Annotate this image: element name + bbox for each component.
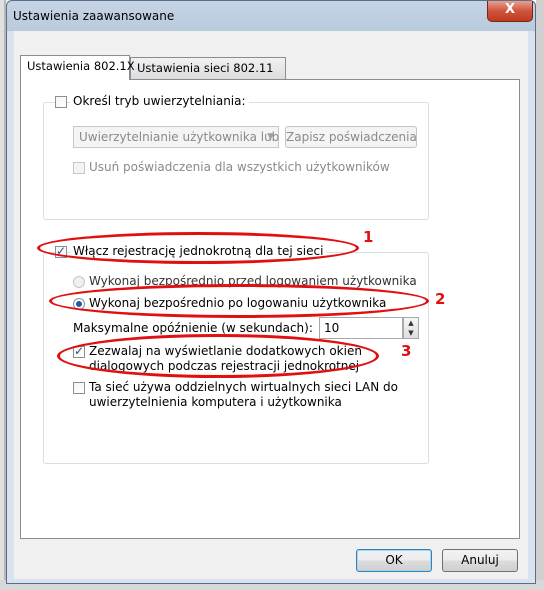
annotation-number-1: 1 bbox=[363, 228, 374, 246]
delete-credentials-label: Usuń poświadczenia dla wszystkich użytko… bbox=[89, 160, 390, 174]
cancel-button[interactable]: Anuluj bbox=[442, 549, 518, 572]
chevron-down-icon: ▼ bbox=[408, 329, 414, 337]
separate-vlan-label-line1: Ta sieć używa oddzielnych wirtualnych si… bbox=[89, 380, 398, 394]
tab-80211-settings[interactable]: Ustawienia sieci 802.11 bbox=[130, 57, 286, 79]
dialog-client-area: Ustawienia 802.1X Ustawienia sieci 802.1… bbox=[14, 31, 528, 579]
dialog-title: Ustawienia zaawansowane bbox=[13, 9, 175, 23]
save-credentials-button[interactable]: Zapisz poświadczenia bbox=[285, 126, 417, 148]
annotation-number-2: 2 bbox=[435, 290, 446, 308]
radio-before-logon[interactable] bbox=[73, 276, 85, 288]
enable-sso-checkbox[interactable] bbox=[55, 244, 67, 258]
tab-8021x-settings[interactable]: Ustawienia 802.1X bbox=[20, 55, 135, 80]
chevron-down-icon: ▼ bbox=[267, 132, 274, 142]
tab-panel: Określ tryb uwierzytelniania: Uwierzytel… bbox=[20, 79, 520, 539]
close-button[interactable]: X bbox=[487, 1, 533, 22]
max-delay-label: Maksymalne opóźnienie (w sekundach): bbox=[73, 321, 313, 335]
enable-sso-label: Włącz rejestrację jednokrotną dla tej si… bbox=[70, 244, 327, 258]
auth-mode-select[interactable]: Uwierzytelnianie użytkownika lub ▼ bbox=[73, 126, 279, 148]
auth-mode-select-value: Uwierzytelnianie użytkownika lub bbox=[79, 130, 280, 144]
auth-mode-label: Określ tryb uwierzytelniania: bbox=[70, 94, 249, 108]
title-bar: Ustawienia zaawansowane X bbox=[7, 1, 535, 31]
background-window-edge-right bbox=[536, 0, 544, 590]
auth-mode-checkbox[interactable] bbox=[55, 96, 67, 108]
ok-button[interactable]: OK bbox=[356, 549, 432, 572]
delete-credentials-checkbox[interactable] bbox=[73, 162, 85, 174]
allow-dialogs-checkbox[interactable] bbox=[73, 344, 85, 358]
annotation-number-3: 3 bbox=[401, 342, 412, 360]
close-icon: X bbox=[504, 2, 516, 17]
radio-after-logon-label: Wykonaj bezpośrednio po logowaniu użytko… bbox=[89, 296, 387, 310]
radio-after-logon[interactable] bbox=[73, 298, 85, 310]
radio-before-logon-label: Wykonaj bezpośrednio przed logowaniem uż… bbox=[89, 274, 417, 288]
max-delay-stepper[interactable]: ▲ ▼ bbox=[403, 317, 419, 339]
advanced-settings-dialog: Ustawienia zaawansowane X Ustawienia 802… bbox=[6, 0, 536, 584]
allow-dialogs-label-line1: Zezwalaj na wyświetlanie dodatkowych oki… bbox=[89, 344, 362, 358]
max-delay-input[interactable]: 10 bbox=[319, 317, 403, 339]
chevron-up-icon: ▲ bbox=[408, 319, 414, 327]
separate-vlan-label-line2: uwierzytelnienia komputera i użytkownika bbox=[89, 395, 342, 409]
allow-dialogs-label-line2: dialogowych podczas rejestracji jednokro… bbox=[89, 359, 360, 373]
separate-vlan-checkbox[interactable] bbox=[73, 382, 85, 394]
